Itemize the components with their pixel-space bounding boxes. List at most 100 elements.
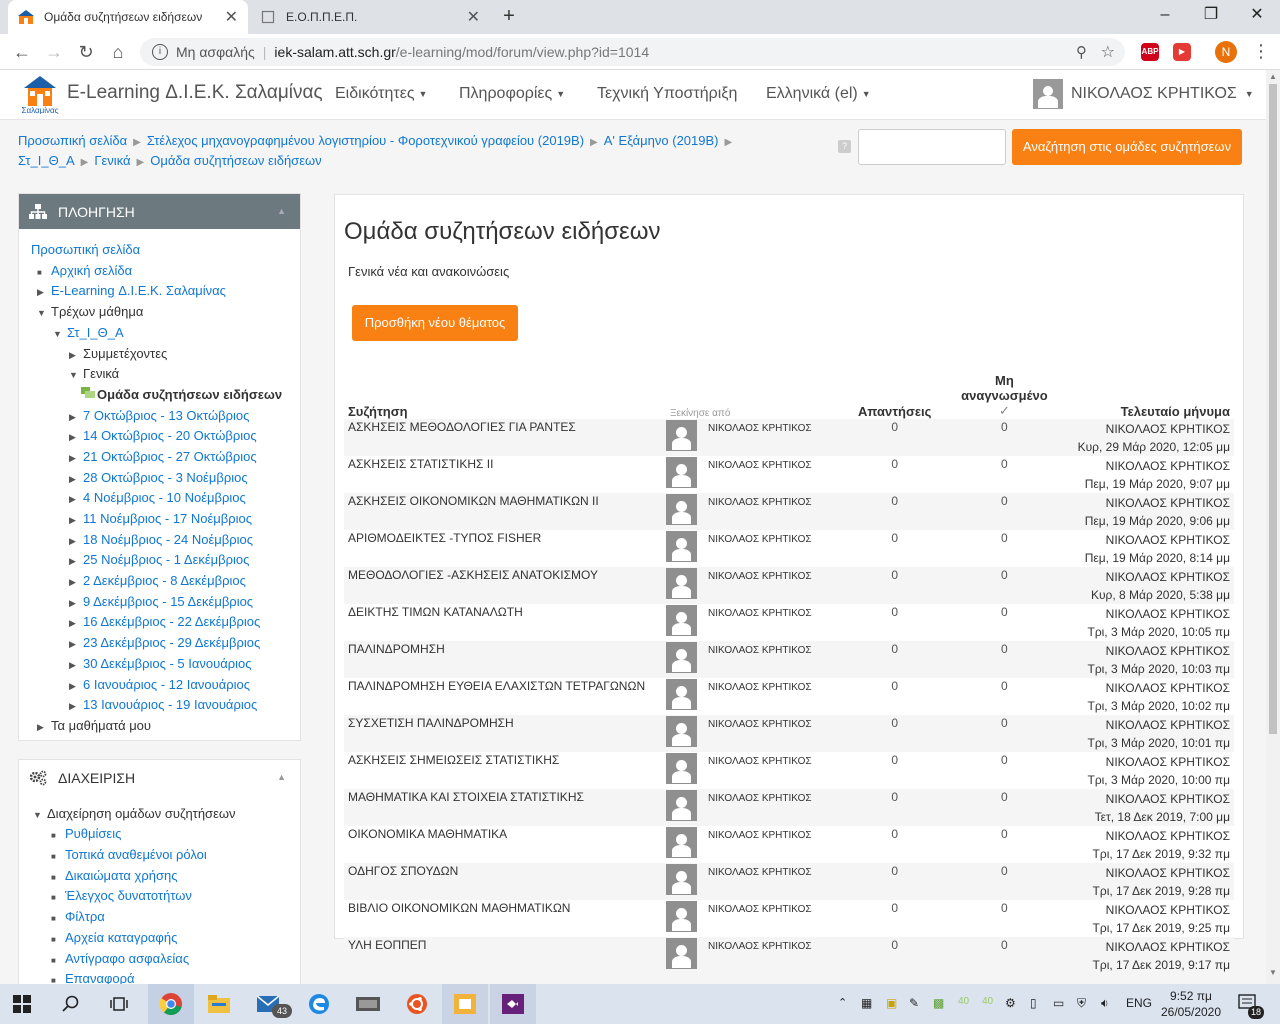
nav-item[interactable]: ▶ 4 Νοέμβριος - 10 Νοέμβριος (69, 488, 246, 508)
last-post-user[interactable]: ΝΙΚΟΛΑΟΣ ΚΡΗΤΙΚΟΣ (1059, 457, 1230, 475)
last-post-user[interactable]: ΝΙΚΟΛΑΟΣ ΚΡΗΤΙΚΟΣ (1059, 716, 1230, 734)
author-picture[interactable] (666, 456, 704, 493)
minimize-icon[interactable]: – (1142, 0, 1188, 30)
tray-temp-2[interactable]: 40 (982, 996, 993, 1007)
author-name-link[interactable]: ΝΙΚΟΛΑΟΣ ΚΡΗΤΙΚΟΣ (704, 752, 824, 789)
page-scrollbar[interactable]: ▲ ▼ (1266, 70, 1280, 984)
nav-item[interactable]: ■ Αρχική σελίδα (37, 261, 132, 281)
collapse-icon[interactable]: ▲ (277, 206, 286, 216)
replies-count[interactable]: 0 (824, 789, 936, 826)
col-replies[interactable]: Απαντήσεις (824, 373, 935, 419)
author-name-link[interactable]: ΝΙΚΟΛΑΟΣ ΚΡΗΤΙΚΟΣ (704, 419, 824, 456)
tray-app-icon[interactable]: ▦ (861, 996, 872, 1010)
last-post-user[interactable]: ΝΙΚΟΛΑΟΣ ΚΡΗΤΙΚΟΣ (1059, 605, 1230, 623)
menu-language[interactable]: Ελληνικά (el) ▼ (766, 85, 871, 103)
replies-count[interactable]: 0 (824, 530, 935, 567)
last-post-date[interactable]: Κυρ, 8 Μάρ 2020, 5:38 μμ (1059, 586, 1230, 604)
forum-search-button[interactable]: Αναζήτηση στις ομάδες συζητήσεων (1012, 129, 1242, 165)
author-name-link[interactable]: ΝΙΚΟΛΑΟΣ ΚΡΗΤΙΚΟΣ (704, 493, 824, 530)
last-post-user[interactable]: ΝΙΚΟΛΑΟΣ ΚΡΗΤΙΚΟΣ (1059, 494, 1230, 512)
nav-item[interactable]: ▶ 28 Οκτώβριος - 3 Νοέμβριος (69, 468, 248, 488)
vpn-app-icon[interactable] (451, 990, 479, 1018)
nav-item[interactable]: ▶ 30 Δεκέμβριος - 5 Ιανουάριος (69, 654, 252, 674)
author-name-link[interactable]: ΝΙΚΟΛΑΟΣ ΚΡΗΤΙΚΟΣ (704, 826, 824, 863)
clock[interactable]: 9:52 πμ 26/05/2020 (1158, 988, 1224, 1020)
discussion-topic-link[interactable]: ΟΙΚΟΝΟΜΙΚΑ ΜΑΘΗΜΑΤΙΚΑ (344, 826, 666, 863)
tray-security-icon[interactable]: ⛨ (1077, 996, 1086, 1011)
last-post-date[interactable]: Τρι, 3 Μάρ 2020, 10:00 πμ (1059, 771, 1230, 789)
author-picture[interactable] (666, 937, 704, 974)
last-post-date[interactable]: Τρι, 17 Δεκ 2019, 9:25 πμ (1059, 919, 1230, 937)
tray-monitor-icon[interactable]: ▭ (1053, 996, 1064, 1010)
edge-icon[interactable] (305, 990, 333, 1018)
site-name[interactable]: E-Learning Δ.Ι.Ε.Κ. Σαλαμίνας (67, 82, 323, 104)
discussion-topic-link[interactable]: ΥΛΗ ΕΟΠΠΕΠ (344, 937, 666, 974)
last-post-date[interactable]: Πεμ, 19 Μάρ 2020, 8:14 μμ (1059, 549, 1230, 567)
tab-close-icon[interactable]: ✕ (225, 7, 238, 27)
author-name-link[interactable]: ΝΙΚΟΛΑΟΣ ΚΡΗΤΙΚΟΣ (704, 567, 824, 604)
tray-usb-icon[interactable]: ▯ (1030, 996, 1037, 1010)
file-explorer-icon[interactable] (205, 990, 233, 1018)
search-icon[interactable] (57, 990, 85, 1018)
last-post-user[interactable]: ΝΙΚΟΛΑΟΣ ΚΡΗΤΙΚΟΣ (1059, 901, 1230, 919)
author-picture[interactable] (666, 604, 704, 641)
admin-item[interactable]: ■ Αρχεία καταγραφής (51, 928, 177, 948)
replies-count[interactable]: 0 (824, 937, 936, 974)
discussion-topic-link[interactable]: ΒΙΒΛΙΟ ΟΙΚΟΝΟΜΙΚΩΝ ΜΑΘΗΜΑΤΙΚΩΝ (344, 900, 666, 937)
admin-item[interactable]: ■ Επαναφορά (51, 969, 135, 984)
mark-read-icon[interactable]: ✓ (999, 403, 1010, 418)
nav-item[interactable]: ▶ 14 Οκτώβριος - 20 Οκτώβριος (69, 426, 257, 446)
replies-count[interactable]: 0 (824, 826, 935, 863)
discussion-topic-link[interactable]: ΜΕΘΟΔΟΛΟΓΙΕΣ -ΑΣΚΗΣΕΙΣ ΑΝΑΤΟΚΙΣΜΟΥ (344, 567, 666, 604)
last-post-date[interactable]: Πεμ, 19 Μάρ 2020, 9:06 μμ (1059, 512, 1230, 530)
nav-item[interactable]: ▶ Συμμετέχοντες (69, 344, 167, 364)
nav-item[interactable]: ▶ 18 Νοέμβριος - 24 Νοέμβριος (69, 530, 253, 550)
author-name-link[interactable]: ΝΙΚΟΛΑΟΣ ΚΡΗΤΙΚΟΣ (704, 678, 824, 715)
scrollbar-thumb[interactable] (1269, 84, 1277, 734)
last-post-date[interactable]: Τρι, 3 Μάρ 2020, 10:01 πμ (1059, 734, 1230, 752)
last-post-user[interactable]: ΝΙΚΟΛΑΟΣ ΚΡΗΤΙΚΟΣ (1059, 531, 1230, 549)
tray-temp-1[interactable]: 40 (958, 996, 969, 1007)
replies-count[interactable]: 0 (824, 567, 936, 604)
last-post-user[interactable]: ΝΙΚΟΛΑΟΣ ΚΡΗΤΙΚΟΣ (1059, 420, 1230, 438)
last-post-user[interactable]: ΝΙΚΟΛΑΟΣ ΚΡΗΤΙΚΟΣ (1059, 938, 1230, 956)
address-bar[interactable]: i Μη ασφαλής | iek-salam.att.sch.gr/e-le… (140, 38, 1125, 66)
col-unread[interactable]: Μη αναγνωσμένο ✓ (935, 373, 1055, 419)
nav-item[interactable]: ▶ 2 Δεκέμβριος - 8 Δεκέμβριος (69, 571, 246, 591)
admin-item[interactable]: ■ Δικαιώματα χρήσης (51, 866, 178, 886)
last-post-user[interactable]: ΝΙΚΟΛΑΟΣ ΚΡΗΤΙΚΟΣ (1059, 790, 1230, 808)
discussion-topic-link[interactable]: ΑΡΙΘΜΟΔΕΙΚΤΕΣ -ΤΥΠΟΣ FISHER (344, 530, 666, 567)
nav-item[interactable]: ▼ Γενικά (69, 364, 119, 384)
last-post-date[interactable]: Τρι, 3 Μάρ 2020, 10:03 πμ (1059, 660, 1230, 678)
replies-count[interactable]: 0 (824, 641, 936, 678)
author-picture[interactable] (666, 789, 704, 826)
adblock-extension-icon[interactable]: ABP (1141, 43, 1159, 61)
author-name-link[interactable]: ΝΙΚΟΛΑΟΣ ΚΡΗΤΙΚΟΣ (704, 530, 824, 567)
col-last-post[interactable]: Τελευταίο μήνυμα (1055, 373, 1234, 419)
nav-item[interactable]: ▼ Τρέχων μάθημα (37, 302, 143, 322)
task-view-icon[interactable] (105, 990, 133, 1018)
replies-count[interactable]: 0 (824, 419, 936, 456)
breadcrumb-link[interactable]: Προσωπική σελίδα (18, 133, 127, 148)
author-name-link[interactable]: ΝΙΚΟΛΑΟΣ ΚΡΗΤΙΚΟΣ (704, 715, 824, 752)
author-picture[interactable] (666, 678, 704, 715)
author-name-link[interactable]: ΝΙΚΟΛΑΟΣ ΚΡΗΤΙΚΟΣ (704, 641, 824, 678)
last-post-date[interactable]: Πεμ, 19 Μάρ 2020, 9:07 μμ (1059, 475, 1230, 493)
breadcrumb-current[interactable]: Ομάδα συζητήσεων ειδήσεων (150, 153, 321, 168)
author-name-link[interactable]: ΝΙΚΟΛΑΟΣ ΚΡΗΤΙΚΟΣ (704, 604, 824, 641)
nav-item[interactable]: ▶ Τα μαθήματά μου (37, 716, 151, 736)
col-started-by[interactable]: Ξεκίνησε από (666, 373, 824, 419)
replies-count[interactable]: 0 (824, 715, 936, 752)
windows-start-icon[interactable] (8, 990, 36, 1018)
replies-count[interactable]: 0 (824, 604, 935, 641)
author-name-link[interactable]: ΝΙΚΟΛΑΟΣ ΚΡΗΤΙΚΟΣ (704, 456, 824, 493)
search-help-icon[interactable]: ? (838, 140, 851, 153)
nav-item[interactable]: ▶ 13 Ιανουάριος - 19 Ιανουάριος (69, 695, 257, 715)
profile-avatar[interactable]: N (1215, 41, 1237, 63)
discussion-topic-link[interactable]: ΑΣΚΗΣΕΙΣ ΣΤΑΤΙΣΤΙΚΗΣ ΙΙ (344, 456, 666, 493)
replies-count[interactable]: 0 (824, 678, 935, 715)
breadcrumb-link[interactable]: Στέλεχος μηχανογραφημένου λογιστηρίου - … (147, 133, 584, 148)
nav-item[interactable]: ▶ 7 Οκτώβριος - 13 Οκτώβριος (69, 406, 249, 426)
nav-item[interactable]: ▶ 21 Οκτώβριος - 27 Οκτώβριος (69, 447, 257, 467)
discussion-topic-link[interactable]: ΣΥΣΧΕΤΙΣΗ ΠΑΛΙΝΔΡΟΜΗΣΗ (344, 715, 666, 752)
